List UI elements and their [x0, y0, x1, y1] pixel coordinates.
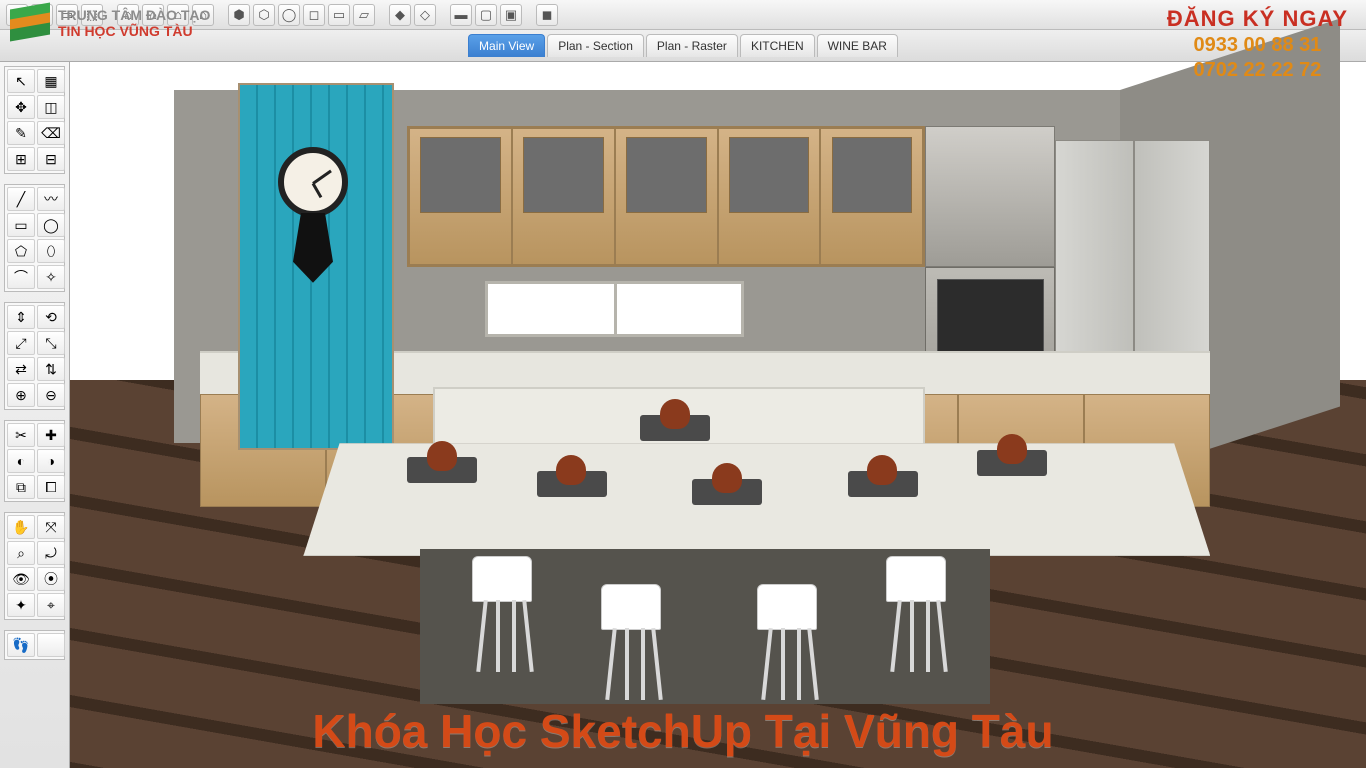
eraser-tool-icon[interactable]: ◫ [37, 95, 65, 119]
range-hood-3d [925, 126, 1055, 267]
bar-stool-3d [886, 556, 956, 676]
outer-shell-tool-icon[interactable]: ⊕ [7, 383, 35, 407]
position-camera-tool-icon[interactable]: ✦ [7, 593, 35, 617]
toolbar-button[interactable]: ◆ [389, 4, 411, 26]
phone-1: 0933 00 88 31 [1167, 34, 1348, 57]
toolbar-button[interactable]: ▱ [353, 4, 375, 26]
toolbar-button[interactable]: ◯ [278, 4, 300, 26]
bar-stool-3d [472, 556, 542, 676]
scene-tab-plan-raster[interactable]: Plan - Raster [646, 34, 738, 57]
kitchen-window-3d [485, 281, 744, 337]
palette-modify: ⇕ ⟲ ⤢ ⤡ ⇄ ⇅ ⊕ ⊖ [4, 302, 65, 410]
left-tool-palettes: ↖ ▦ ✥ ◫ ✎ ⌫ ⊞ ⊟ ╱ 〰 ▭ ◯ ⬠ ⬯ ⌒ ✧ ⇕ ⟲ ⤢ ⤡ … [0, 62, 70, 768]
freehand-tool-icon[interactable]: ⌫ [37, 121, 65, 145]
zoom-window-tool-icon[interactable]: ⤾ [37, 541, 65, 565]
toolbar-button[interactable]: ⬡ [253, 4, 275, 26]
toolbar-button[interactable]: ▬ [450, 4, 472, 26]
register-now-overlay: ĐĂNG KÝ NGAY 0933 00 88 31 0702 22 22 72 [1167, 6, 1348, 82]
placemat-3d [848, 471, 918, 497]
protractor-tool-icon[interactable]: ◐ [7, 449, 35, 473]
palette-camera: ✋ ⤧ ⌕ ⤾ 👁 ⦿ ✦ ⌖ [4, 512, 65, 620]
line-tool-icon[interactable]: ✎ [7, 121, 35, 145]
zoom-tool-icon[interactable]: ⌕ [7, 541, 35, 565]
line2-tool-icon[interactable]: ╱ [7, 187, 35, 211]
previous-tool-icon[interactable]: ⦿ [37, 567, 65, 591]
text-tool-icon[interactable]: ◑ [37, 449, 65, 473]
intersect-tool-icon[interactable]: ⊖ [37, 383, 65, 407]
scale-tool-icon[interactable]: ⤢ [7, 331, 35, 355]
followme-tool-icon[interactable]: ⇄ [7, 357, 35, 381]
placemat-3d [537, 471, 607, 497]
tape-tool-icon[interactable]: ✂ [7, 423, 35, 447]
pan-tool-icon[interactable]: ⤧ [37, 515, 65, 539]
look-around-tool-icon[interactable]: ⌖ [37, 593, 65, 617]
arc2-tool-icon[interactable]: ⌒ [7, 265, 35, 289]
model-viewport[interactable] [70, 62, 1366, 768]
pie-tool-icon[interactable]: ⬯ [37, 239, 65, 263]
walk-tool-icon[interactable]: 👣 [7, 633, 35, 657]
logo-line1: TRUNG TÂM ĐÀO TẠO [58, 7, 210, 23]
orbit-tool-icon[interactable]: ✋ [7, 515, 35, 539]
logo-mark-icon [10, 6, 50, 40]
palette-principal: ↖ ▦ ✥ ◫ ✎ ⌫ ⊞ ⊟ [4, 66, 65, 174]
paint-tool-icon[interactable]: ✥ [7, 95, 35, 119]
phone-2: 0702 22 22 72 [1167, 59, 1348, 82]
offset-tool-icon[interactable]: ⇅ [37, 357, 65, 381]
dimension-tool-icon[interactable]: ✚ [37, 423, 65, 447]
circle-tool-icon[interactable]: ◯ [37, 213, 65, 237]
course-title-overlay: Khóa Học SketchUp Tại Vũng Tàu [0, 704, 1366, 758]
palette-walk: 👣 [4, 630, 65, 660]
bar-stool-3d [757, 584, 827, 704]
pushpull-tool-icon[interactable]: ⤡ [37, 331, 65, 355]
rect-tool-icon[interactable]: ▭ [7, 213, 35, 237]
scene-tab-plan-section[interactable]: Plan - Section [547, 34, 644, 57]
logo-line2: TIN HỌC VŨNG TÀU [58, 23, 210, 39]
register-now-text: ĐĂNG KÝ NGAY [1167, 6, 1348, 32]
placemat-3d [977, 450, 1047, 476]
toolbar-button[interactable]: ▭ [328, 4, 350, 26]
component-tool-icon[interactable]: ▦ [37, 69, 65, 93]
move-tool-icon[interactable]: ⇕ [7, 305, 35, 329]
toolbar-button[interactable]: ◼ [536, 4, 558, 26]
placemat-3d [692, 479, 762, 505]
polygon-tool-icon[interactable]: ⬠ [7, 239, 35, 263]
section-tool-icon[interactable] [37, 633, 65, 657]
3dtext-tool-icon[interactable]: ⧠ [37, 475, 65, 499]
placemat-3d [407, 457, 477, 483]
upper-cabinets-3d [407, 126, 925, 267]
palette-draw: ╱ 〰 ▭ ◯ ⬠ ⬯ ⌒ ✧ [4, 184, 65, 292]
zoom-extents-tool-icon[interactable]: 👁 [7, 567, 35, 591]
placemat-3d [640, 415, 710, 441]
select-tool-icon[interactable]: ↖ [7, 69, 35, 93]
bar-stool-3d [601, 584, 671, 704]
toolbar-button[interactable]: ▢ [475, 4, 497, 26]
palette-construct: ✂ ✚ ◐ ◑ ⧉ ⧠ [4, 420, 65, 502]
rectangle2-tool-icon[interactable]: ⊟ [37, 147, 65, 171]
rectangle-tool-icon[interactable]: ⊞ [7, 147, 35, 171]
toolbar-button[interactable]: ⬢ [228, 4, 250, 26]
arc-tool-icon[interactable]: 〰 [37, 187, 65, 211]
rotate-tool-icon[interactable]: ⟲ [37, 305, 65, 329]
training-center-logo-overlay: TRUNG TÂM ĐÀO TẠO TIN HỌC VŨNG TÀU [10, 6, 210, 40]
toolbar-button[interactable]: ▣ [500, 4, 522, 26]
toolbar-button[interactable]: ◻ [303, 4, 325, 26]
wall-clock-3d [271, 147, 355, 274]
toolbar-button[interactable]: ◇ [414, 4, 436, 26]
bezier-tool-icon[interactable]: ✧ [37, 265, 65, 289]
scene-tab-wine-bar[interactable]: WINE BAR [817, 34, 898, 57]
scene-tab-kitchen[interactable]: KITCHEN [740, 34, 815, 57]
scene-tab-main-view[interactable]: Main View [468, 34, 545, 57]
axes-tool-icon[interactable]: ⧉ [7, 475, 35, 499]
